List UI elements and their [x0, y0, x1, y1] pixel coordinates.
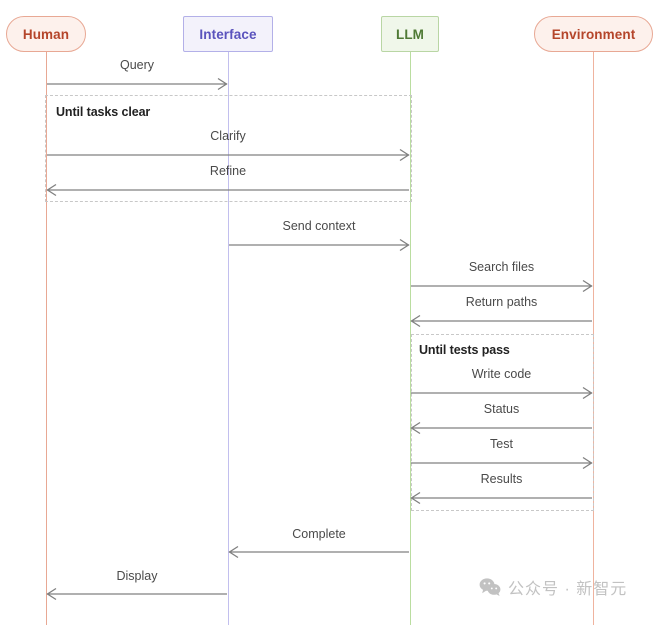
participant-llm[interactable]: LLM — [381, 16, 439, 52]
message-arrow-complete — [228, 545, 410, 559]
message-arrow-query — [46, 77, 228, 91]
participant-interface[interactable]: Interface — [183, 16, 273, 52]
message-label-search-files: Search files — [468, 260, 535, 274]
message-arrow-clarify — [46, 148, 410, 162]
message-label-test: Test — [490, 437, 513, 451]
fragment-until-tests-pass-label: Until tests pass — [419, 343, 510, 357]
message-label-results: Results — [480, 472, 523, 486]
message-arrow-write-code — [410, 386, 593, 400]
message-arrow-send-context — [228, 238, 410, 252]
participant-environment[interactable]: Environment — [534, 16, 653, 52]
message-label-complete: Complete — [292, 527, 346, 541]
message-label-status: Status — [483, 402, 520, 416]
message-label-send-context: Send context — [282, 219, 356, 233]
wechat-icon — [479, 578, 501, 601]
message-arrow-return-paths — [410, 314, 593, 328]
message-label-refine: Refine — [209, 164, 247, 178]
participant-interface-label: Interface — [199, 26, 257, 42]
message-arrow-test — [410, 456, 593, 470]
message-label-clarify: Clarify — [210, 129, 246, 143]
message-arrow-display — [46, 587, 228, 601]
message-label-write-code: Write code — [471, 367, 532, 381]
message-label-display: Display — [116, 569, 158, 583]
message-arrow-status — [410, 421, 593, 435]
message-label-return-paths: Return paths — [465, 295, 538, 309]
participant-environment-label: Environment — [551, 26, 636, 42]
message-arrow-search-files — [410, 279, 593, 293]
message-arrow-refine — [46, 183, 410, 197]
message-label-query: Query — [119, 58, 155, 72]
message-arrow-results — [410, 491, 593, 505]
watermark: 公众号 · 新智元 — [479, 578, 627, 601]
participant-human-label: Human — [22, 26, 70, 42]
sequence-diagram: Human Interface LLM Environment Until ta… — [0, 0, 667, 625]
participant-human[interactable]: Human — [6, 16, 86, 52]
fragment-until-tasks-clear-label: Until tasks clear — [56, 105, 151, 119]
participant-llm-label: LLM — [395, 26, 425, 42]
watermark-text: 公众号 · 新智元 — [508, 580, 628, 598]
